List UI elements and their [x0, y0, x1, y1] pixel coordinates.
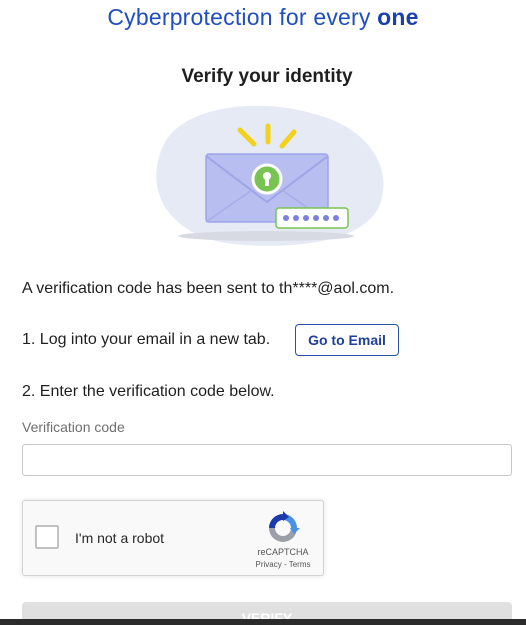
recaptcha-separator: -	[281, 560, 289, 569]
verification-code-input[interactable]	[22, 444, 512, 476]
verification-page: Cyberprotection for every one Verify you…	[0, 0, 526, 625]
recaptcha-brand: reCAPTCHA	[257, 547, 309, 557]
password-dots-icon	[275, 207, 349, 229]
bottom-bar	[0, 619, 526, 625]
lock-icon	[251, 163, 283, 195]
verification-code-label: Verification code	[22, 419, 125, 435]
go-to-email-button[interactable]: Go to Email	[295, 324, 399, 356]
code-sent-message: A verification code has been sent to th*…	[22, 280, 395, 297]
tagline-bold: one	[377, 4, 419, 30]
recaptcha-label: I'm not a robot	[75, 530, 165, 546]
envelope-lock-illustration	[156, 105, 384, 246]
recaptcha-widget: I'm not a robot reCAPTCHA Privacy - Term…	[22, 500, 324, 576]
page-title: Verify your identity	[181, 66, 353, 87]
step-2-text: 2. Enter the verification code below.	[22, 383, 275, 400]
envelope-shadow	[178, 231, 354, 241]
recaptcha-privacy-link[interactable]: Privacy	[256, 560, 282, 569]
recaptcha-links: Privacy - Terms	[245, 560, 321, 569]
tagline-prefix: Cyberprotection for every	[107, 4, 378, 30]
recaptcha-terms-link[interactable]: Terms	[289, 560, 311, 569]
step-1-text: 1. Log into your email in a new tab.	[22, 331, 271, 348]
recaptcha-logo-icon	[269, 511, 300, 542]
brand-tagline: Cyberprotection for every one	[0, 4, 526, 31]
recaptcha-checkbox[interactable]	[35, 525, 59, 549]
